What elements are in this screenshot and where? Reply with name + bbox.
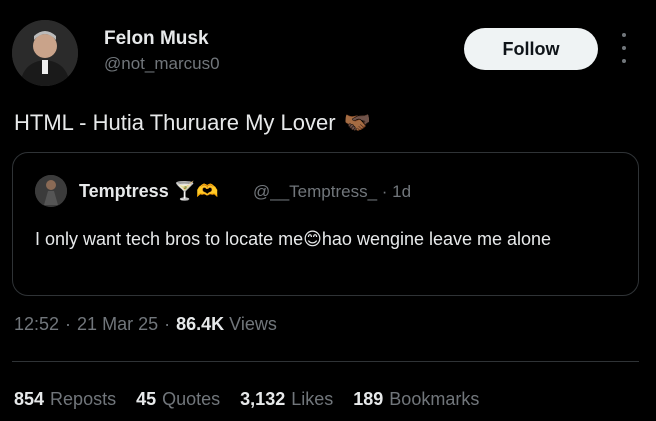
handshake-emoji: 🫱🏾‍🫲🏿 (343, 110, 371, 135)
separator-dot: · (65, 314, 72, 334)
quote-author[interactable]: Temptress 🍸🫶 (79, 181, 219, 202)
quote-handle[interactable]: @__Temptress_ (253, 182, 377, 201)
likes-label: Likes (291, 389, 334, 409)
dot (622, 46, 626, 50)
tweet-body: HTML - Hutia Thuruare My Lover (14, 110, 336, 135)
separator-dot: · (381, 182, 388, 201)
quotes-count: 45 (136, 389, 157, 409)
post-date[interactable]: 21 Mar 25 (77, 314, 158, 335)
reposts-label: Reposts (50, 389, 117, 409)
views-count: 86.4K (176, 314, 225, 334)
separator-dot: · (164, 314, 171, 334)
author-name[interactable]: Felon Musk (104, 28, 209, 50)
reposts-count: 854 (14, 389, 45, 409)
tweet-meta: 12:52 · 21 Mar 25 · 86.4K Views (14, 314, 277, 335)
quote-text-part1: I only want tech bros to locate me (35, 229, 304, 249)
quote-author-avatar[interactable] (35, 175, 67, 207)
follow-button[interactable]: Follow (464, 28, 598, 70)
quote-text: I only want tech bros to locate me😊hao w… (35, 225, 615, 253)
views: 86.4K Views (176, 314, 277, 335)
quote-author-badges: 🍸🫶 (173, 181, 219, 201)
tweet-text: HTML - Hutia Thuruare My Lover 🫱🏾‍🫲🏿 (14, 110, 371, 136)
dot (622, 33, 626, 37)
reposts-stat[interactable]: 854 Reposts (14, 389, 116, 410)
views-label: Views (229, 314, 277, 334)
quote-author-name: Temptress (79, 181, 169, 201)
author-avatar[interactable] (12, 20, 78, 86)
bookmarks-count: 189 (353, 389, 384, 409)
bookmarks-stat[interactable]: 189 Bookmarks (353, 389, 479, 410)
divider (12, 361, 639, 362)
quote-text-part2: hao wengine leave me alone (321, 229, 552, 249)
likes-count: 3,132 (240, 389, 286, 409)
quotes-label: Quotes (162, 389, 221, 409)
more-options-icon[interactable] (617, 33, 631, 63)
quote-time[interactable]: 1d (392, 182, 411, 201)
author-handle[interactable]: @not_marcus0 (104, 54, 220, 74)
likes-stat[interactable]: 3,132 Likes (240, 389, 333, 410)
engagement-stats: 854 Reposts 45 Quotes 3,132 Likes 189 Bookma… (14, 389, 479, 410)
quotes-stat[interactable]: 45 Quotes (136, 389, 220, 410)
dot (622, 59, 626, 63)
quoted-tweet[interactable]: Temptress 🍸🫶 @__Temptress_ · 1d I only w… (12, 152, 639, 296)
quote-meta: @__Temptress_ · 1d (253, 182, 411, 202)
post-time[interactable]: 12:52 (14, 314, 59, 335)
bookmarks-label: Bookmarks (389, 389, 480, 409)
smile-emoji: 😊 (303, 229, 322, 249)
